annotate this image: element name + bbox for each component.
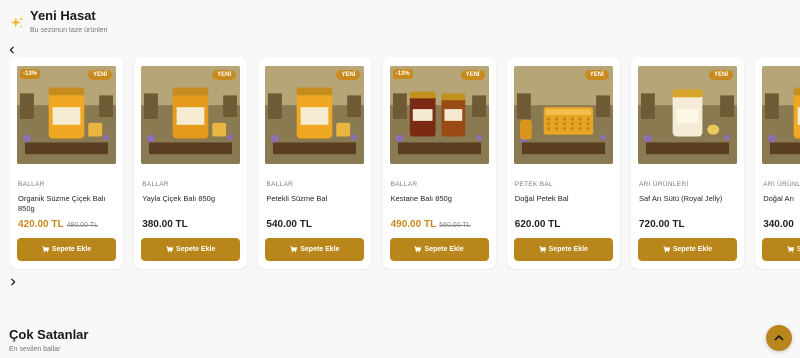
chevron-up-icon: [774, 335, 784, 341]
honey-jar-photo: [141, 66, 241, 164]
discount-badge: -13%: [392, 69, 413, 79]
cart-icon: [538, 246, 546, 253]
product-name[interactable]: Kestane Balı 850g: [391, 194, 491, 204]
product-category: BALLAR: [266, 181, 294, 188]
product-name[interactable]: Doğal Arı: [763, 194, 800, 204]
product-card[interactable]: YENİ BALLAR Petekli Süzme Bal 540.00 TL Sepe…: [258, 57, 372, 269]
sparkles-icon: [10, 16, 24, 28]
add-to-cart-button[interactable]: Sepete Ekle: [762, 238, 800, 261]
product-category: ARI ÜRÜNLERİ: [639, 181, 689, 188]
best-sellers-title: Çok Satanlar: [9, 327, 89, 342]
cart-icon: [663, 246, 670, 253]
add-to-cart-button[interactable]: Sepete Ekle: [17, 238, 116, 261]
new-badge: YENİ: [87, 70, 112, 80]
product-image[interactable]: [762, 66, 800, 164]
add-to-cart-button[interactable]: Sepete Ekle: [265, 238, 365, 261]
new-badge: YENİ: [584, 70, 609, 80]
new-badge: YENİ: [708, 70, 733, 80]
best-sellers-subtitle: En sevilen ballar: [9, 346, 61, 353]
product-card[interactable]: YENİ ARI ÜRÜNLERİ Saf Arı Sütü (Royal Jell…: [631, 57, 744, 269]
new-badge: YENİ: [212, 70, 237, 80]
carousel-prev-button[interactable]: [7, 45, 17, 55]
cart-icon: [414, 246, 422, 253]
product-category: BALLAR: [18, 181, 45, 188]
product-category: BALLAR: [390, 181, 418, 188]
price-row: 490.00 TL 560.00 TL: [391, 219, 471, 230]
product-price: 420.00 TL: [18, 219, 64, 230]
product-card[interactable]: ARI ÜRÜNLERİ Doğal Arı 340.00 Sepete Ekle: [755, 57, 800, 269]
add-to-cart-label: Sepete Ekle: [672, 246, 713, 253]
add-to-cart-label: Sepete Ekle: [51, 246, 92, 253]
product-category: BALLAR: [142, 181, 169, 188]
add-to-cart-label: Sepete Ekle: [300, 246, 340, 253]
cart-icon: [787, 246, 795, 253]
chestnut-honey-photo: [389, 66, 489, 164]
product-image[interactable]: YENİ: [638, 66, 737, 164]
section-header-new-harvest: Yeni Hasat Bu sezonun taze ürünleri: [10, 8, 107, 34]
product-card[interactable]: -13% YENİ BALLAR Organik Süzme Çiçek Balı 8…: [10, 57, 123, 269]
product-name[interactable]: Saf Arı Sütü (Royal Jelly): [639, 194, 739, 204]
chevron-left-icon: [9, 46, 14, 54]
honey-jar-photo: [265, 66, 365, 164]
product-category: PETEK BAL: [514, 181, 553, 188]
old-price: 480.00 TL: [66, 222, 98, 229]
product-image[interactable]: YENİ: [265, 66, 365, 164]
add-to-cart-button[interactable]: Sepete Ekle: [638, 238, 737, 261]
product-image[interactable]: YENİ: [141, 66, 241, 164]
cart-icon: [42, 246, 49, 253]
add-to-cart-label: Sepete Ekle: [548, 246, 588, 253]
page: Yeni Hasat Bu sezonun taze ürünleri -13%…: [0, 0, 800, 358]
product-category: ARI ÜRÜNLERİ: [763, 181, 800, 188]
cart-icon: [290, 246, 298, 253]
section-subtitle: Bu sezonun taze ürünleri: [30, 27, 108, 34]
product-price: 380.00 TL: [142, 219, 188, 230]
product-name[interactable]: Doğal Petek Bal: [515, 194, 615, 204]
scroll-to-top-button[interactable]: [766, 325, 792, 351]
product-price: 720.00 TL: [639, 219, 685, 230]
product-price: 340.00: [763, 219, 794, 230]
product-image[interactable]: -13% YENİ: [389, 66, 489, 164]
price-row: 720.00 TL: [639, 219, 685, 230]
old-price: 560.00 TL: [439, 222, 471, 229]
product-price: 540.00 TL: [266, 219, 312, 230]
add-to-cart-button[interactable]: Sepete Ekle: [513, 238, 613, 261]
add-to-cart-label: Sepete Ekle: [424, 246, 464, 253]
price-row: 620.00 TL: [515, 219, 561, 230]
product-name[interactable]: Organik Süzme Çiçek Balı 850g: [18, 194, 118, 214]
product-card[interactable]: YENİ PETEK BAL Doğal Petek Bal 620.00 TL Sep…: [506, 57, 620, 269]
product-image[interactable]: YENİ: [513, 66, 613, 164]
product-price: 620.00 TL: [514, 219, 561, 230]
royal-jelly-photo: [638, 66, 737, 164]
product-card[interactable]: YENİ BALLAR Yayla Çiçek Balı 850g 380.00 TL…: [134, 57, 248, 269]
product-card[interactable]: -13% YENİ BALLAR Kestane Balı 850g 490.00 TL…: [382, 57, 496, 269]
chevron-right-icon: [11, 278, 16, 286]
add-to-cart-label: Sepete Ekle: [176, 246, 216, 253]
honeycomb-photo: [513, 66, 613, 164]
product-image[interactable]: -13% YENİ: [17, 66, 116, 164]
product-name[interactable]: Petekli Süzme Bal: [266, 194, 366, 204]
honey-jar-photo: [762, 66, 800, 164]
carousel-next-button[interactable]: [8, 277, 18, 287]
product-carousel: -13% YENİ BALLAR Organik Süzme Çiçek Balı 8…: [10, 57, 800, 270]
price-row: 420.00 TL 480.00 TL: [18, 219, 98, 230]
new-badge: YENİ: [336, 70, 361, 80]
add-to-cart-button[interactable]: Sepete Ekle: [389, 238, 489, 261]
new-badge: YENİ: [460, 70, 485, 80]
product-name[interactable]: Yayla Çiçek Balı 850g: [142, 194, 242, 204]
add-to-cart-button[interactable]: Sepete Ekle: [141, 238, 241, 261]
honey-jar-photo: [17, 66, 116, 164]
discount-badge: -13%: [20, 69, 41, 79]
price-row: 380.00 TL: [142, 219, 188, 230]
product-price: 490.00 TL: [390, 219, 437, 230]
section-title: Yeni Hasat: [30, 8, 96, 23]
cart-icon: [166, 246, 174, 253]
price-row: 340.00: [763, 219, 794, 230]
carousel-track: -13% YENİ BALLAR Organik Süzme Çiçek Balı 8…: [10, 57, 800, 270]
price-row: 540.00 TL: [266, 219, 312, 230]
